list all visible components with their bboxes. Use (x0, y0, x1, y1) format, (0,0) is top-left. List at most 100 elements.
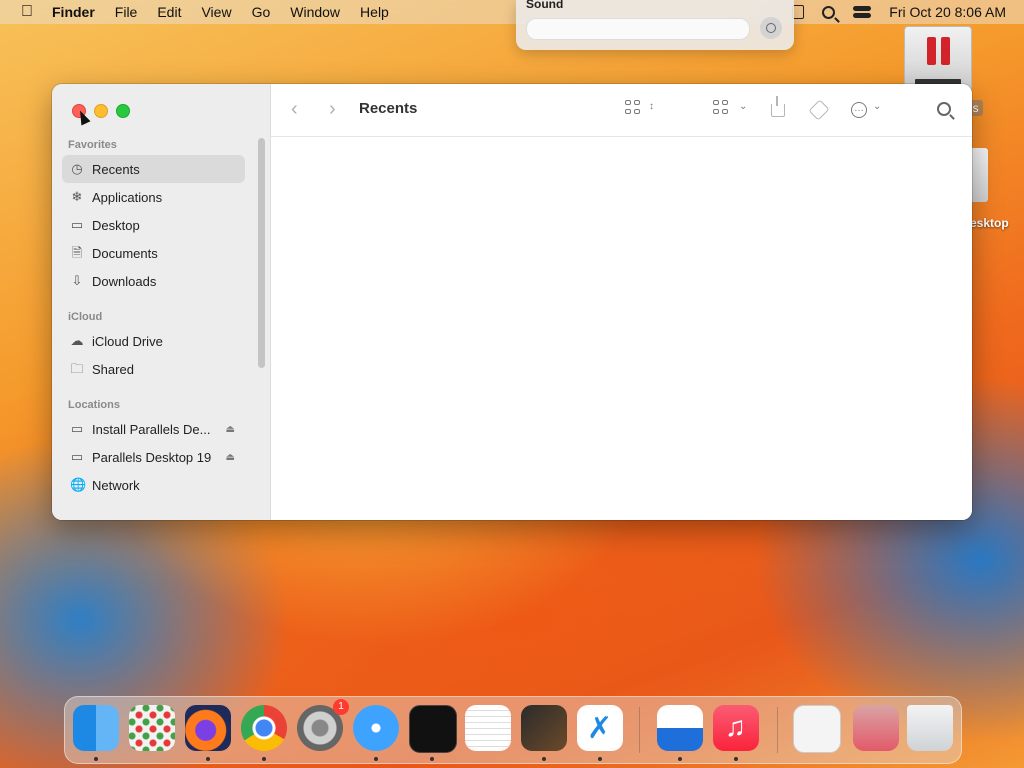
dock-preview-stack-icon[interactable] (793, 705, 841, 753)
clock-icon: ◷ (71, 161, 83, 176)
sidebar-item-icloud-drive[interactable]: ☁ iCloud Drive (62, 327, 245, 355)
sidebar-item-applications[interactable]: ❄ Applications (62, 183, 245, 211)
running-indicator (678, 757, 682, 761)
spotlight-search-icon[interactable] (822, 5, 836, 19)
grid-view-icon (625, 100, 641, 114)
sidebar-item-documents[interactable]: 🗎 Documents (62, 239, 245, 267)
dock-garageband-icon[interactable] (521, 705, 567, 751)
shared-folder-icon: 🗀 (70, 361, 84, 376)
sidebar-item-label: Documents (92, 245, 158, 261)
sidebar-item-label: Desktop (92, 217, 140, 233)
sidebar-item-desktop[interactable]: ▭ Desktop (62, 211, 245, 239)
dock-separator (639, 707, 640, 753)
sidebar-item-install-parallels[interactable]: ▭ Install Parallels De... ⏏ (62, 415, 245, 443)
dock-finder-icon[interactable] (73, 705, 119, 751)
vscode-logo-icon: ✗ (587, 712, 613, 745)
dock-parallels-icon[interactable] (657, 705, 703, 751)
running-indicator (430, 757, 434, 761)
menu-window[interactable]: Window (290, 4, 340, 20)
sidebar-item-label: Applications (92, 189, 163, 205)
sound-popup: Sound (516, 0, 794, 50)
drive-icon: ▭ (70, 449, 84, 464)
dock-firefox-icon[interactable] (185, 705, 231, 751)
sidebar-item-network[interactable]: 🌐 Network (62, 471, 245, 499)
dock: 1 ✗ ♫ (64, 696, 962, 764)
sidebar-item-shared[interactable]: 🗀 Shared (62, 355, 245, 383)
dock-music-stack-icon[interactable] (853, 705, 899, 751)
airplay-icon[interactable] (760, 17, 782, 39)
desktop-label[interactable]: esktop (970, 216, 1009, 230)
section-icloud: iCloud (68, 311, 103, 323)
section-favorites: Favorites (68, 139, 117, 151)
sound-title: Sound (526, 0, 564, 11)
window-title: Recents (359, 100, 418, 117)
sidebar-item-label: Network (92, 477, 140, 493)
music-note-icon: ♫ (725, 711, 746, 742)
notification-badge: 1 (333, 699, 349, 715)
menu-bar:  Finder File Edit View Go Window Help F… (0, 0, 1024, 24)
menu-clock[interactable]: Fri Oct 20 8:06 AM (889, 4, 1006, 20)
globe-icon: 🌐 (70, 477, 87, 492)
sidebar-item-label: Install Parallels De... (92, 421, 211, 437)
updown-chevron-icon: ↕ (649, 101, 654, 112)
volume-slider[interactable] (526, 18, 750, 40)
sidebar-item-parallels-desktop[interactable]: ▭ Parallels Desktop 19 ⏏ (62, 443, 245, 471)
menu-view[interactable]: View (201, 4, 231, 20)
more-actions-icon[interactable]: … (851, 102, 867, 118)
back-button[interactable]: ‹ (291, 98, 298, 121)
document-icon: 🗎 (71, 245, 83, 260)
parallels-bar-icon (941, 37, 950, 65)
running-indicator (734, 757, 738, 761)
eject-icon[interactable]: ⏏ (226, 424, 235, 435)
dock-music-icon[interactable]: ♫ (713, 705, 759, 751)
sidebar-item-label: iCloud Drive (92, 333, 163, 349)
tag-icon[interactable] (808, 99, 830, 121)
file-content-area[interactable] (271, 137, 972, 520)
dock-vscode-icon[interactable]: ✗ (577, 705, 623, 751)
sidebar-scrollbar[interactable] (258, 138, 265, 368)
menu-file[interactable]: File (115, 4, 138, 20)
finder-sidebar: Favorites ◷ Recents ❄ Applications ▭ Des… (52, 84, 271, 520)
forward-button[interactable]: › (329, 98, 336, 121)
running-indicator (374, 757, 378, 761)
group-button[interactable] (713, 100, 729, 114)
sidebar-item-downloads[interactable]: ⇩ Downloads (62, 267, 245, 295)
menu-help[interactable]: Help (360, 4, 389, 20)
running-indicator (262, 757, 266, 761)
drive-icon: ▭ (70, 421, 84, 436)
dock-trash-icon[interactable] (907, 705, 953, 751)
search-icon[interactable] (937, 102, 951, 116)
finder-toolbar: ‹ › Recents ↕ ⌄ … ⌄ (271, 84, 972, 137)
sidebar-item-recents[interactable]: ◷ Recents (62, 155, 245, 183)
running-indicator (598, 757, 602, 761)
dock-terminal-icon[interactable] (409, 705, 457, 753)
menu-edit[interactable]: Edit (157, 4, 181, 20)
desktop-icon: ▭ (70, 217, 84, 232)
sidebar-item-label: Shared (92, 361, 134, 377)
clipboard-icon[interactable] (792, 5, 805, 19)
dock-launchpad-icon[interactable] (129, 705, 175, 751)
cloud-icon: ☁ (70, 333, 84, 348)
menu-go[interactable]: Go (252, 4, 271, 20)
apple-menu-icon[interactable]:  (18, 3, 36, 21)
minimize-button[interactable] (94, 104, 108, 118)
download-icon: ⇩ (71, 273, 83, 288)
dock-separator (777, 707, 778, 753)
dock-chrome-icon[interactable] (241, 705, 287, 751)
sidebar-item-label: Downloads (92, 273, 157, 289)
section-locations: Locations (68, 399, 120, 411)
running-indicator (206, 757, 210, 761)
menu-finder[interactable]: Finder (52, 4, 95, 20)
dock-textedit-icon[interactable] (465, 705, 511, 751)
dock-safari-icon[interactable] (353, 705, 399, 751)
view-mode-button[interactable] (625, 100, 641, 114)
share-icon[interactable] (771, 96, 785, 117)
finder-window: Favorites ◷ Recents ❄ Applications ▭ Des… (52, 84, 972, 520)
control-center-icon[interactable] (853, 6, 872, 18)
eject-icon[interactable]: ⏏ (226, 452, 235, 463)
zoom-button[interactable] (116, 104, 130, 118)
parallels-drive-desktop-icon[interactable] (904, 26, 972, 92)
applications-icon: ❄ (71, 189, 83, 204)
dock-system-settings-icon[interactable]: 1 (297, 699, 349, 751)
group-grid-icon (713, 100, 729, 114)
